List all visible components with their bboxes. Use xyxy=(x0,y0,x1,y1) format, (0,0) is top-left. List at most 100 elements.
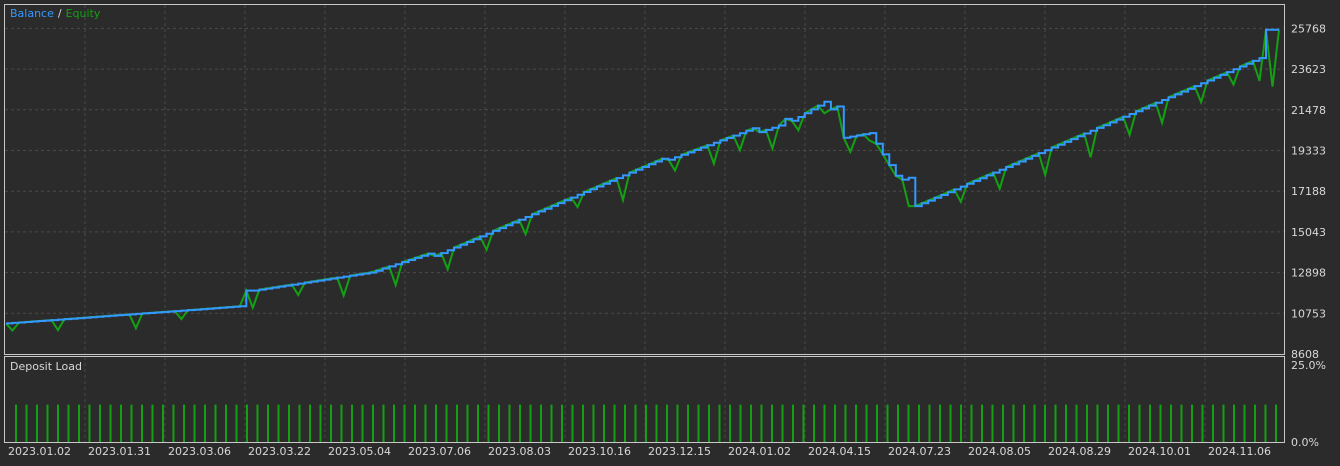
x-tick-label: 2023.07.06 xyxy=(408,445,471,458)
x-tick-label: 2023.08.03 xyxy=(488,445,551,458)
deposit-load-bar xyxy=(267,404,269,442)
deposit-load-bar xyxy=(855,404,857,442)
deposit-load-bars xyxy=(15,404,1277,442)
x-tick-label: 2024.01.02 xyxy=(728,445,791,458)
x-tick-label: 2024.11.06 xyxy=(1208,445,1271,458)
deposit-load-bar xyxy=(970,404,973,442)
x-tick-label: 2024.08.29 xyxy=(1048,445,1111,458)
deposit-load-bar xyxy=(708,404,710,442)
deposit-load-bar xyxy=(246,404,248,442)
deposit-load-bar xyxy=(739,404,742,442)
deposit-load-bar xyxy=(645,404,647,442)
deposit-load-bar xyxy=(1117,404,1120,442)
deposit-load-bar xyxy=(361,404,364,442)
deposit-load-bar xyxy=(340,404,343,442)
deposit-load-bar xyxy=(876,404,878,442)
deposit-load-title: Deposit Load xyxy=(10,360,82,373)
deposit-load-bar xyxy=(792,404,794,442)
deposit-load-bar xyxy=(1138,404,1141,442)
deposit-load-bar xyxy=(456,404,458,442)
deposit-load-bar xyxy=(1222,404,1225,442)
deposit-load-bar xyxy=(193,404,196,442)
deposit-load-bar xyxy=(214,404,217,442)
deposit-load-bar xyxy=(1264,404,1267,442)
deposit-load-bar xyxy=(1233,404,1235,442)
deposit-load-bar xyxy=(477,404,479,442)
y-axis-labels: 8608107531289815043171881933321478236232… xyxy=(1291,22,1326,361)
deposit-load-bar xyxy=(1075,404,1078,442)
deposit-load-bar xyxy=(802,404,805,442)
deposit-load-bar xyxy=(550,404,553,442)
deposit-load-bar xyxy=(277,404,280,442)
y-tick-label: 15043 xyxy=(1291,226,1326,239)
x-tick-label: 2024.07.23 xyxy=(888,445,951,458)
deposit-load-bar xyxy=(172,404,175,442)
deposit-load-bar xyxy=(1128,404,1130,442)
deposit-load-bar xyxy=(1212,404,1214,442)
y-tick-label: 25768 xyxy=(1291,22,1326,35)
deposit-load-bar xyxy=(613,404,616,442)
deposit-load-bar xyxy=(676,404,679,442)
deposit-load-bar xyxy=(466,404,469,442)
deposit-load-bar xyxy=(151,404,154,442)
legend: Balance / Equity xyxy=(10,7,101,20)
deposit-load-bar xyxy=(697,404,700,442)
deposit-load-bar xyxy=(750,404,752,442)
deposit-load-bar xyxy=(949,404,952,442)
deposit-load-bar xyxy=(981,404,983,442)
deposit-load-bar xyxy=(372,404,374,442)
deposit-load-bar xyxy=(571,404,574,442)
deposit-load-bar xyxy=(67,404,70,442)
x-tick-label: 2023.05.04 xyxy=(328,445,391,458)
legend-balance: Balance xyxy=(10,7,54,20)
deposit-load-bar xyxy=(918,404,920,442)
deposit-load-bar xyxy=(1254,404,1256,442)
deposit-load-bar xyxy=(99,404,101,442)
equity-line xyxy=(5,29,1280,333)
deposit-load-bar xyxy=(1065,404,1067,442)
deposit-load-bar xyxy=(330,404,332,442)
deposit-load-bar xyxy=(141,404,143,442)
deposit-load-bar xyxy=(823,404,826,442)
deposit-load-bar xyxy=(309,404,311,442)
balance-line xyxy=(6,28,1279,325)
deposit-load-bar xyxy=(382,404,385,442)
deposit-load-bar xyxy=(235,404,238,442)
deposit-load-bar xyxy=(25,404,28,442)
deposit-load-bar xyxy=(487,404,490,442)
deposit-load-bar xyxy=(907,404,910,442)
deposit-load-bar xyxy=(1096,404,1099,442)
deposit-load-bar xyxy=(393,404,395,442)
balance-equity-chart: 8608107531289815043171881933321478236232… xyxy=(4,4,1326,458)
deposit-load-bar xyxy=(991,404,994,442)
deposit-load-bar xyxy=(256,404,259,442)
deposit-load-bar xyxy=(88,404,91,442)
legend-separator: / xyxy=(58,7,62,20)
x-tick-label: 2023.03.22 xyxy=(248,445,311,458)
deposit-load-bar xyxy=(403,404,406,442)
deposit-load-bar xyxy=(655,404,658,442)
deposit-load-bar xyxy=(1159,404,1162,442)
y-tick-label: 12898 xyxy=(1291,267,1326,280)
deposit-load-bar xyxy=(834,404,836,442)
deposit-load-bar xyxy=(1243,404,1246,442)
deposit-load-bar xyxy=(561,404,563,442)
deposit-load-bar xyxy=(130,404,133,442)
deposit-load-bar xyxy=(519,404,521,442)
grid-lines xyxy=(5,5,1284,442)
deposit-load-bar xyxy=(1191,404,1193,442)
deposit-load-bar xyxy=(424,404,427,442)
deposit-load-bar xyxy=(540,404,542,442)
deposit-load-bar xyxy=(844,404,847,442)
y-tick-label: 21478 xyxy=(1291,104,1326,117)
deposit-load-bar xyxy=(760,404,763,442)
y-tick-label: 23623 xyxy=(1291,63,1326,76)
deposit-load-bar xyxy=(771,404,773,442)
y-tick-label: 19333 xyxy=(1291,144,1326,157)
strategy-tester-chart: 8608 10753 12898 15043 17188 19333 21478 23623 2… xyxy=(0,0,1340,462)
y-tick-label: 10753 xyxy=(1291,307,1326,320)
deposit-load-bar xyxy=(204,404,206,442)
deposit-load-bar xyxy=(781,404,784,442)
deposit-load-bar xyxy=(78,404,80,442)
deposit-load-bar xyxy=(319,404,322,442)
